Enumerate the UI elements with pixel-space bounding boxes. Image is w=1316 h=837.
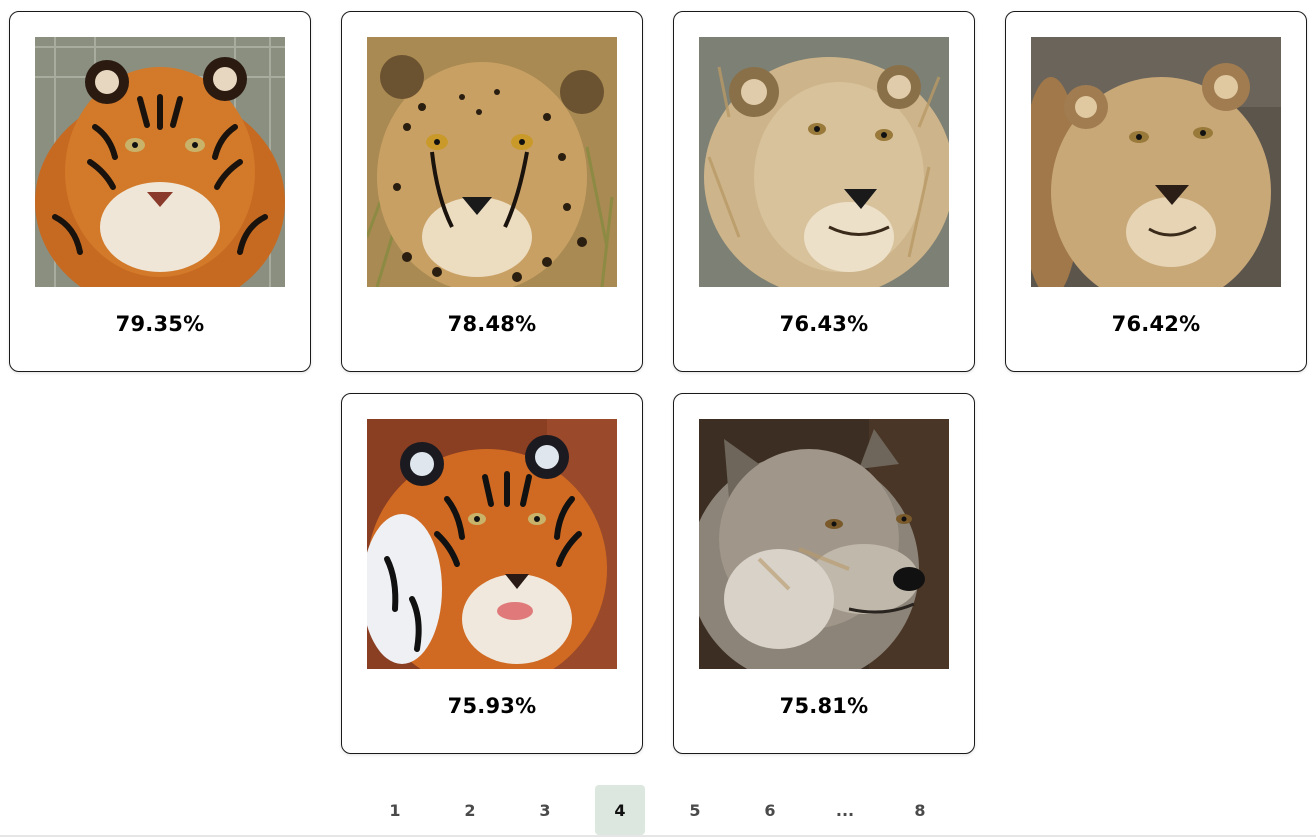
lion-photo xyxy=(699,37,949,287)
page-5-button[interactable]: 5 xyxy=(670,785,720,835)
result-card[interactable]: 76.43% xyxy=(673,11,975,372)
page-3-button[interactable]: 3 xyxy=(520,785,570,835)
similarity-score: 76.42% xyxy=(1111,312,1201,336)
similarity-score: 79.35% xyxy=(115,312,205,336)
pagination-ellipsis: ... xyxy=(835,800,855,820)
tiger-photo xyxy=(367,419,617,669)
similarity-score: 78.48% xyxy=(447,312,537,336)
result-card[interactable]: 78.48% xyxy=(341,11,643,372)
result-card[interactable]: 76.42% xyxy=(1005,11,1307,372)
page-4-button-current[interactable]: 4 xyxy=(595,785,645,835)
page-6-button[interactable]: 6 xyxy=(745,785,795,835)
page-8-button[interactable]: 8 xyxy=(895,785,945,835)
lioness-photo xyxy=(1031,37,1281,287)
similarity-score: 75.93% xyxy=(447,694,537,718)
similarity-score: 75.81% xyxy=(779,694,869,718)
tiger-photo xyxy=(35,37,285,287)
similarity-score: 76.43% xyxy=(779,312,869,336)
page-2-button[interactable]: 2 xyxy=(445,785,495,835)
cheetah-photo xyxy=(367,37,617,287)
pagination: 1 2 3 4 5 6 ... 8 xyxy=(0,785,1316,835)
result-card[interactable]: 75.93% xyxy=(341,393,643,754)
wolf-photo xyxy=(699,419,949,669)
result-card[interactable]: 79.35% xyxy=(9,11,311,372)
result-card[interactable]: 75.81% xyxy=(673,393,975,754)
page-1-button[interactable]: 1 xyxy=(370,785,420,835)
